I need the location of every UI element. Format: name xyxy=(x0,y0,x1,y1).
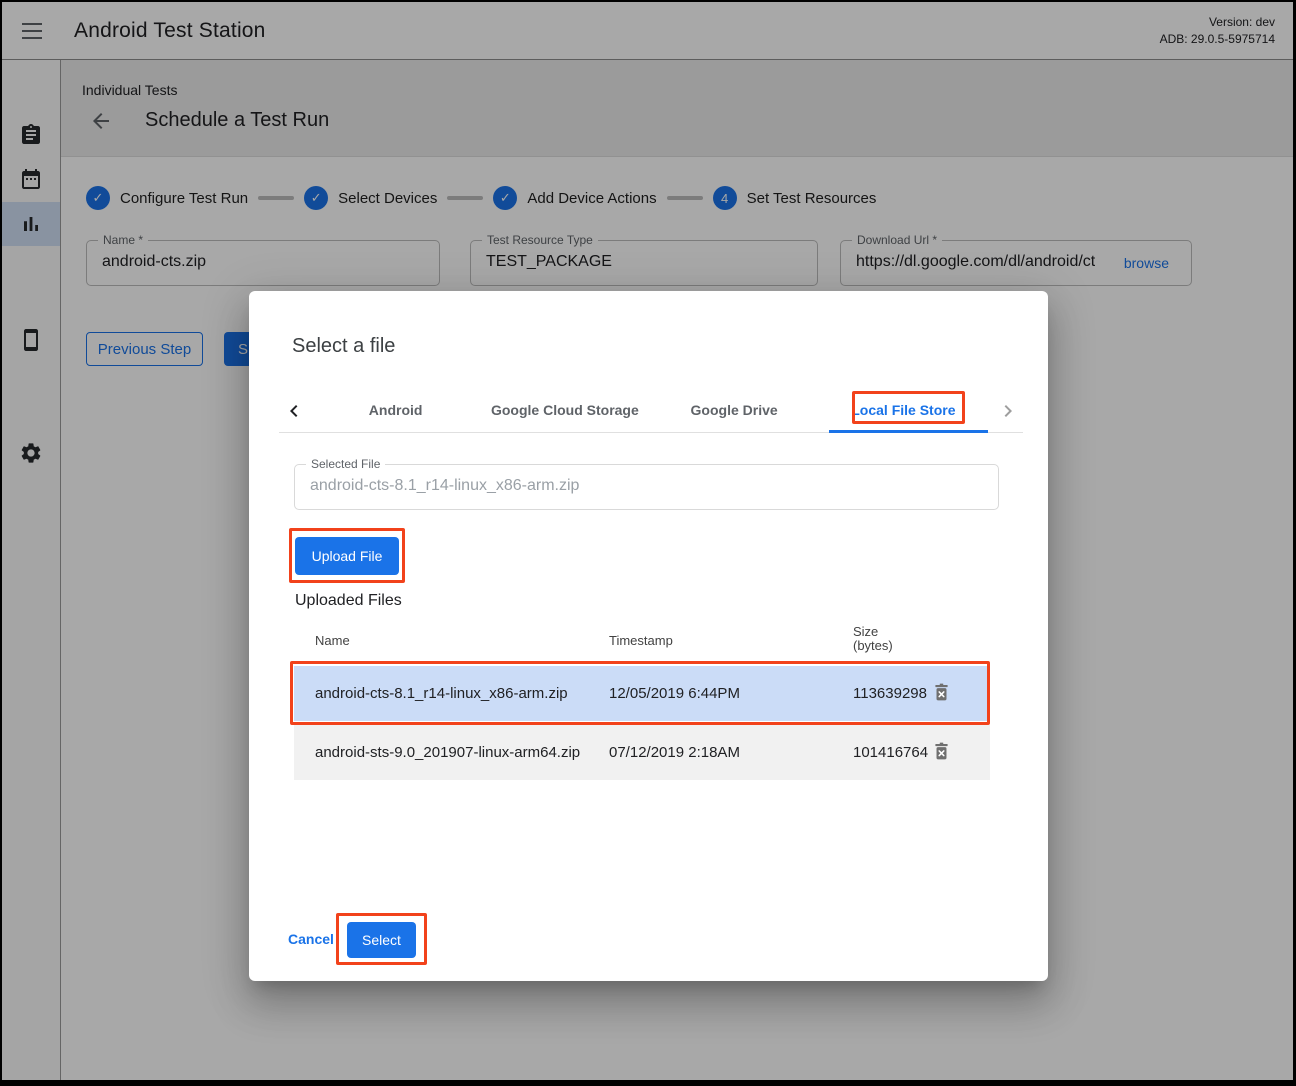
cancel-button[interactable]: Cancel xyxy=(288,931,334,947)
table-row[interactable]: android-cts-8.1_r14-linux_x86-arm.zip 12… xyxy=(294,666,990,721)
tab-android[interactable]: Android xyxy=(311,387,480,433)
selected-file-value: android-cts-8.1_r14-linux_x86-arm.zip xyxy=(310,477,579,495)
column-header-name: Name xyxy=(315,633,350,648)
trash-icon xyxy=(931,741,952,762)
delete-file-button[interactable] xyxy=(929,741,953,765)
tabs-scroll-right[interactable] xyxy=(991,389,1025,433)
active-tab-indicator xyxy=(829,430,988,433)
column-header-size: Size (bytes) xyxy=(853,625,893,653)
delete-file-button[interactable] xyxy=(929,682,953,706)
upload-file-button[interactable]: Upload File xyxy=(295,537,399,575)
uploaded-files-heading: Uploaded Files xyxy=(295,592,402,610)
tab-google-drive[interactable]: Google Drive xyxy=(650,387,819,433)
selected-file-field[interactable]: Selected File android-cts-8.1_r14-linux_… xyxy=(294,464,999,510)
tabs-scroll-left[interactable] xyxy=(277,389,311,433)
dialog-tabs: Android Google Cloud Storage Google Driv… xyxy=(311,387,988,433)
tab-google-cloud-storage[interactable]: Google Cloud Storage xyxy=(480,387,649,433)
select-file-dialog: Select a file Android Google Cloud Stora… xyxy=(249,291,1048,981)
tab-local-file-store[interactable]: Local File Store xyxy=(819,387,988,433)
table-row[interactable]: android-sts-9.0_201907-linux-arm64.zip 0… xyxy=(294,725,990,780)
selected-file-label: Selected File xyxy=(306,457,385,471)
dialog-title: Select a file xyxy=(292,335,395,358)
chevron-left-icon xyxy=(282,399,306,423)
column-header-timestamp: Timestamp xyxy=(609,633,673,648)
app-screen: Android Test Station Version: dev ADB: 2… xyxy=(0,0,1296,1086)
chevron-right-icon xyxy=(996,399,1020,423)
trash-icon xyxy=(931,682,952,703)
select-button[interactable]: Select xyxy=(347,922,416,958)
